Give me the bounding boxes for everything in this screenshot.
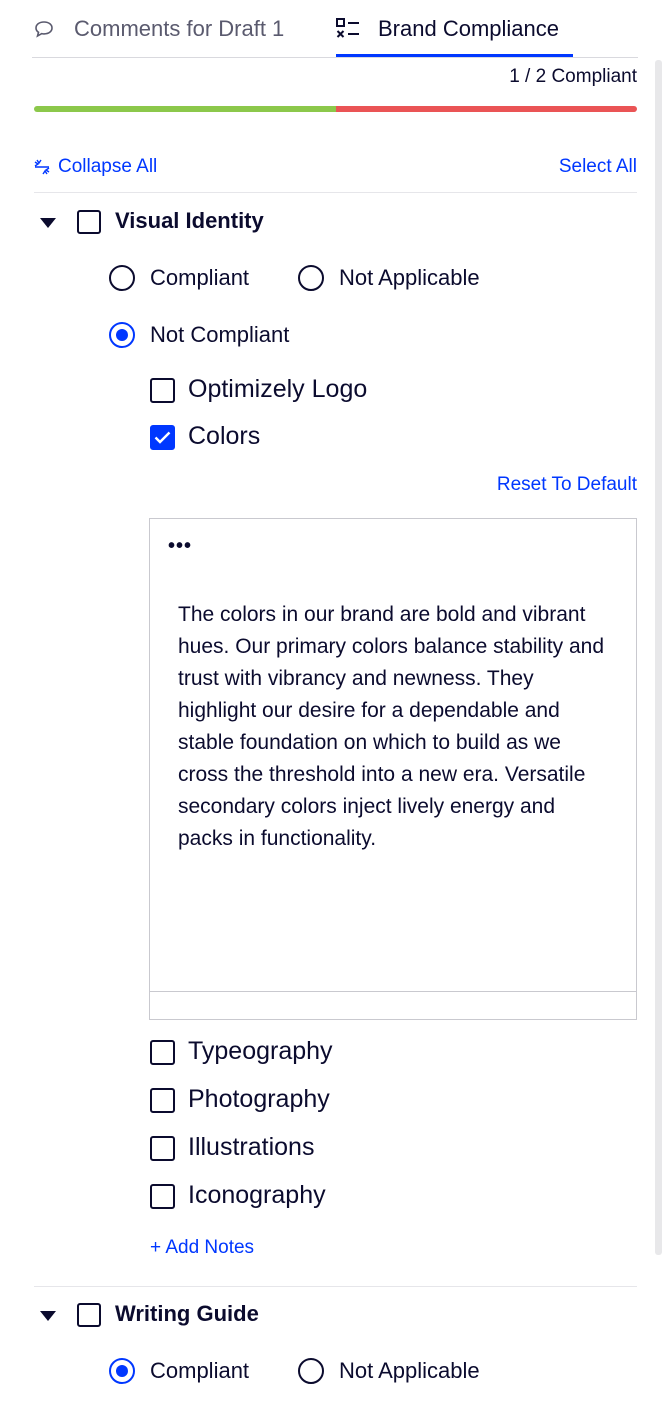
tab-comments[interactable]: Comments for Draft 1 [32,0,284,57]
divider [34,1286,637,1287]
collapse-all-label: Collapse All [58,156,158,177]
checkbox-optimizely-logo[interactable] [150,378,175,403]
scrollbar[interactable] [655,60,662,1255]
collapse-icon [34,159,50,175]
radio-not-compliant[interactable] [109,322,135,348]
progress-compliant-segment [34,106,336,112]
reset-to-default-button[interactable]: Reset To Default [497,474,637,496]
editor-more-icon[interactable]: ••• [168,535,192,558]
item-label-photography: Photography [188,1085,330,1113]
radio-compliant[interactable] [109,1358,135,1384]
tab-brand-compliance[interactable]: Brand Compliance [336,0,572,57]
checkbox-colors[interactable] [150,425,175,450]
checkbox-photography[interactable] [150,1088,175,1113]
radio-not-applicable-label: Not Applicable [339,1358,480,1383]
radio-not-applicable[interactable] [298,1358,324,1384]
radio-not-compliant-label: Not Compliant [150,322,290,347]
radio-not-applicable[interactable] [298,265,324,291]
section-title-writing-guide: Writing Guide [115,1301,259,1326]
radio-compliant[interactable] [109,265,135,291]
collapse-all-button[interactable]: Collapse All [34,156,157,178]
progress-noncompliant-segment [335,106,637,112]
item-label-illustrations: Illustrations [188,1133,315,1161]
checkbox-illustrations[interactable] [150,1136,175,1161]
compliance-status: 1 / 2 Compliant [509,66,637,87]
item-label-typeography: Typeography [188,1037,333,1065]
comment-icon [32,17,56,41]
item-label-iconography: Iconography [188,1181,326,1209]
radio-compliant-label: Compliant [150,1358,250,1383]
checkbox-typeography[interactable] [150,1040,175,1065]
select-all-button[interactable]: Select All [559,156,637,178]
editor-footer-divider [150,991,636,992]
item-label-optimizely-logo: Optimizely Logo [188,375,368,403]
caret-down-icon[interactable] [40,1311,56,1321]
radio-not-applicable-label: Not Applicable [339,265,480,290]
tab-comments-label: Comments for Draft 1 [74,15,285,41]
radio-compliant-label: Compliant [150,265,250,290]
notes-editor[interactable]: ••• The colors in our brand are bold and… [149,518,637,1020]
caret-down-icon[interactable] [40,218,56,228]
section-checkbox-writing-guide[interactable] [77,1303,101,1327]
compliance-progress-bar [34,106,637,112]
checklist-icon [336,17,360,41]
divider [34,192,637,193]
tab-divider [32,57,638,58]
item-label-colors: Colors [188,422,261,450]
checkmark-icon [154,431,171,444]
notes-text[interactable]: The colors in our brand are bold and vib… [178,599,608,855]
checkbox-iconography[interactable] [150,1184,175,1209]
tab-brand-compliance-label: Brand Compliance [378,15,559,41]
section-checkbox-visual-identity[interactable] [77,210,101,234]
section-title-visual-identity: Visual Identity [115,208,264,233]
add-notes-button[interactable]: + Add Notes [150,1237,254,1259]
